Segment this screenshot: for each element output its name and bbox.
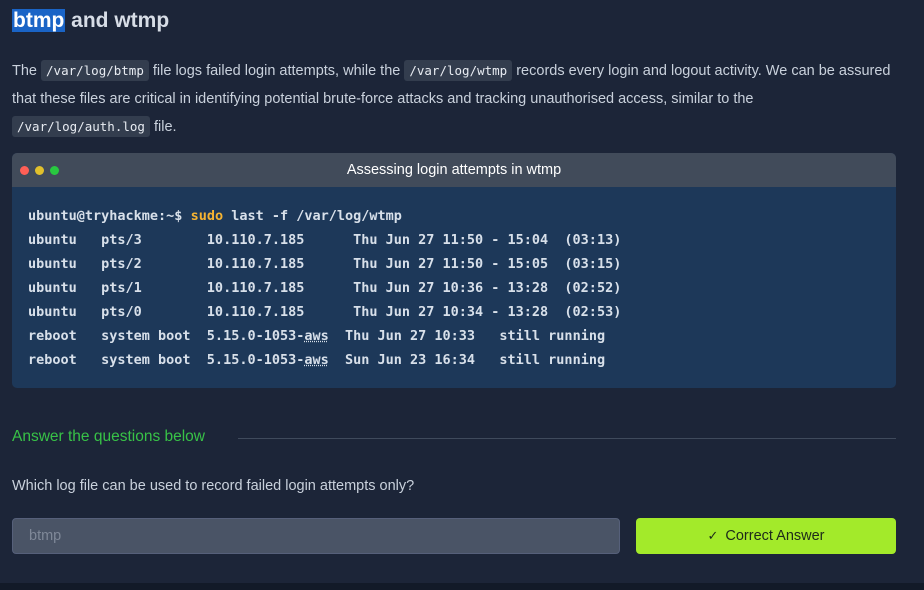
terminal-output-line: ubuntu pts/1 10.110.7.185 Thu Jun 27 10:… [28,280,622,296]
terminal-prompt: ubuntu@tryhackme:~$ [28,208,191,224]
correct-answer-label: Correct Answer [725,528,825,544]
terminal-sudo: sudo [190,208,224,224]
terminal-output-line: reboot system boot 5.15.0-1053-aws Sun J… [28,348,621,372]
section-divider [238,438,896,439]
reboot-line-suffix: Sun Jun 23 16:34 still running [328,352,606,368]
terminal-output: ubuntu@tryhackme:~$ sudo last -f /var/lo… [28,204,621,372]
description-paragraph: The /var/log/btmp file logs failed login… [12,57,892,142]
answer-input[interactable] [12,518,620,554]
para-text-2: file logs failed login attempts, while t… [148,63,405,79]
para-text-4: file. [149,119,177,135]
code-btmp-path: /var/log/btmp [41,60,149,81]
terminal-title-bar: Assessing login attempts in wtmp [12,153,896,187]
terminal-command: last -f /var/log/wtmp [223,208,402,224]
terminal-output-line: ubuntu pts/2 10.110.7.185 Thu Jun 27 11:… [28,256,622,272]
bottom-strip [0,583,924,590]
reboot-line-suffix: Thu Jun 27 10:33 still running [328,328,606,344]
reboot-line-prefix: reboot system boot 5.15.0-1053- [28,328,305,344]
title-highlight: btmp [12,9,66,32]
reboot-line-prefix: reboot system boot 5.15.0-1053- [28,352,305,368]
terminal-window: Assessing login attempts in wtmp ubuntu@… [12,153,896,388]
page-title: btmp and wtmp [12,9,169,33]
check-icon: ✓ [707,528,719,543]
page: btmp and wtmp The /var/log/btmp file log… [0,0,924,590]
code-auth-log-path: /var/log/auth.log [12,116,150,137]
answer-section-heading: Answer the questions below [12,428,206,445]
terminal-output-line: ubuntu pts/0 10.110.7.185 Thu Jun 27 10:… [28,304,622,320]
terminal-command-line: ubuntu@tryhackme:~$ sudo last -f /var/lo… [28,204,621,228]
terminal-output-line: reboot system boot 5.15.0-1053-aws Thu J… [28,324,621,348]
reboot-line-aws: aws [304,352,329,368]
terminal-title: Assessing login attempts in wtmp [346,162,562,178]
para-text-1: The [12,63,42,79]
terminal-output-line: ubuntu pts/3 10.110.7.185 Thu Jun 27 11:… [28,232,622,248]
question-text: Which log file can be used to record fai… [12,478,415,494]
code-wtmp-path: /var/log/wtmp [404,60,513,81]
reboot-line-aws: aws [304,328,329,344]
title-rest: and wtmp [65,9,170,32]
correct-answer-button[interactable]: ✓ Correct Answer [636,518,896,554]
